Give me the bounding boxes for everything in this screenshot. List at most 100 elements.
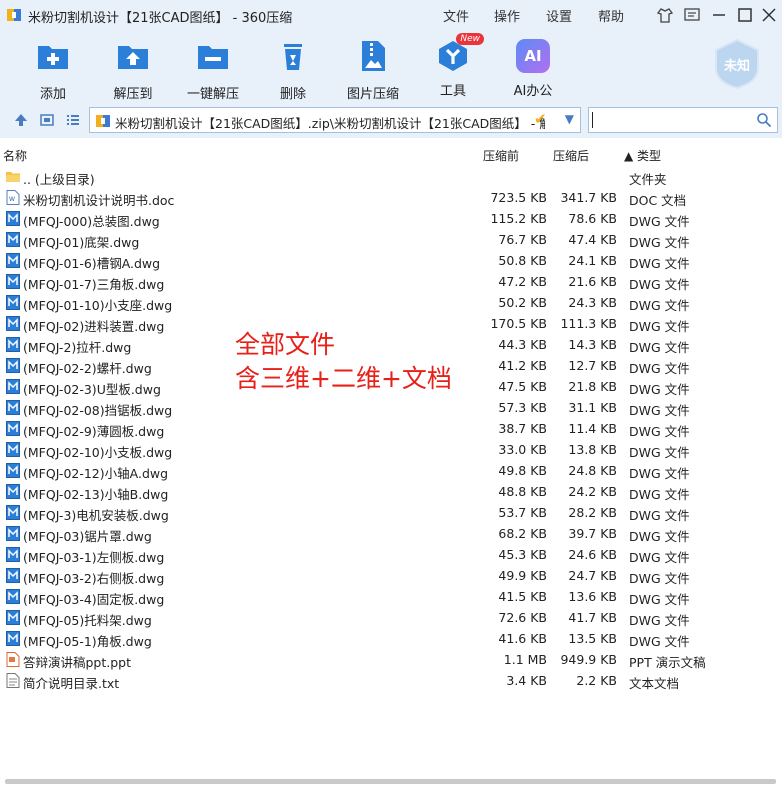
file-row[interactable]: (MFQJ-02-10)小支板.dwg 33.0 KB 13.8 KB DWG 文件 [0,439,782,460]
shield-text: 未知 [723,59,750,74]
toolbar: 添加 解压到 一键解压 删除 图片压缩 New 工具 AI AI办公 未知 [0,30,782,102]
compressed-size: 723.5 KB [490,190,547,205]
file-row[interactable]: (MFQJ-000)总装图.dwg 115.2 KB 78.6 KB DWG 文件 [0,208,782,229]
file-row[interactable]: 答辩演讲稿ppt.ppt 1.1 MB 949.9 KB PPT 演示文稿 [0,649,782,670]
column-name[interactable]: 名称 [3,147,27,164]
close-icon[interactable] [759,5,779,25]
compressed-size: 57.3 KB [498,400,547,415]
annotation-line-1: 全部文件 [235,330,336,359]
add-button[interactable]: 添加 [13,36,93,102]
file-row[interactable]: (MFQJ-03-2)右侧板.dwg 49.9 KB 24.7 KB DWG 文件 [0,565,782,586]
file-type: DWG 文件 [629,550,690,565]
file-name: (MFQJ-02-08)挡锯板.dwg [23,403,173,418]
original-size: 41.7 KB [568,610,617,625]
file-row[interactable]: (MFQJ-02-08)挡锯板.dwg 57.3 KB 31.1 KB DWG 文件 [0,397,782,418]
thumbnail-view-icon[interactable] [39,112,55,128]
feedback-icon[interactable] [682,5,702,25]
dwg-file-icon [6,442,20,457]
menu-operate[interactable]: 操作 [494,6,520,25]
file-type: 文本文档 [629,676,680,691]
title-bar: 米粉切割机设计【21张CAD图纸】 - 360压缩 文件 操作 设置 帮助 [0,0,782,30]
compressed-size: 41.2 KB [498,358,547,373]
file-row[interactable]: (MFQJ-02-13)小轴B.dwg 48.8 KB 24.2 KB DWG 文件 [0,481,782,502]
file-name: (MFQJ-02-2)螺杆.dwg [23,361,152,376]
list-view-icon[interactable] [65,112,81,128]
compressed-size: 53.7 KB [498,505,547,520]
file-type: DWG 文件 [629,445,690,460]
file-name: (MFQJ-03-4)固定板.dwg [23,592,165,607]
file-row[interactable]: (MFQJ-03-4)固定板.dwg 41.5 KB 13.6 KB DWG 文件 [0,586,782,607]
column-original[interactable]: 压缩后 [553,147,589,164]
file-type: DWG 文件 [629,634,690,649]
file-row[interactable]: (MFQJ-03)锯片罩.dwg 68.2 KB 39.7 KB DWG 文件 [0,523,782,544]
tools-label: 工具 [439,84,466,99]
add-label: 添加 [39,87,66,102]
file-name: (MFQJ-01-6)槽钢A.dwg [23,256,161,271]
original-size: 24.7 KB [568,568,617,583]
original-size: 24.2 KB [568,484,617,499]
tools-button[interactable]: New 工具 [413,33,493,99]
file-type: DWG 文件 [629,340,690,355]
delete-button[interactable]: 删除 [253,36,333,102]
original-size: 47.4 KB [568,232,617,247]
file-type: DWG 文件 [629,424,690,439]
file-type: DWG 文件 [629,298,690,313]
image-compress-icon [362,41,385,71]
column-header: 名称 压缩前 压缩后 ▲ 类型 [0,145,782,165]
file-name: (MFQJ-05)托料架.dwg [23,613,152,628]
folder-icon [6,169,20,184]
file-row[interactable]: (MFQJ-01-6)槽钢A.dwg 50.8 KB 24.1 KB DWG 文件 [0,250,782,271]
tools-icon: New [436,33,484,73]
file-name: (MFQJ-01-7)三角板.dwg [23,277,165,292]
file-type: DWG 文件 [629,508,690,523]
skin-icon[interactable] [655,5,675,25]
path-dropdown-icon[interactable]: ▼ [565,112,574,126]
file-row[interactable]: (MFQJ-05)托料架.dwg 72.6 KB 41.7 KB DWG 文件 [0,607,782,628]
ai-office-button[interactable]: AI AI办公 [493,36,573,99]
maximize-icon[interactable] [735,5,755,25]
dwg-file-icon [6,295,20,310]
file-row[interactable]: W 米粉切割机设计说明书.doc 723.5 KB 341.7 KB DOC 文档 [0,187,782,208]
file-name: (MFQJ-01)底架.dwg [23,235,140,250]
search-icon[interactable] [756,112,772,128]
dwg-file-icon [6,568,20,583]
ai-glyph: AI [524,47,542,65]
file-type: DWG 文件 [629,466,690,481]
path-field[interactable]: 米粉切割机设计【21张CAD图纸】.zip\米粉切割机设计【21张CAD图纸】 … [89,107,581,133]
file-name: (MFQJ-01-10)小支座.dwg [23,298,173,313]
image-compress-label: 图片压缩 [346,87,399,102]
one-click-extract-button[interactable]: 一键解压 [173,36,253,102]
file-row[interactable]: (MFQJ-03-1)左侧板.dwg 45.3 KB 24.6 KB DWG 文件 [0,544,782,565]
file-row[interactable]: (MFQJ-01-10)小支座.dwg 50.2 KB 24.3 KB DWG 文件 [0,292,782,313]
file-row[interactable]: (MFQJ-3)电机安装板.dwg 53.7 KB 28.2 KB DWG 文件 [0,502,782,523]
extract-to-button[interactable]: 解压到 [93,36,173,102]
dwg-file-icon [6,589,20,604]
dwg-file-icon [6,547,20,562]
file-row[interactable]: (MFQJ-05-1)角板.dwg 41.6 KB 13.5 KB DWG 文件 [0,628,782,649]
dwg-file-icon [6,610,20,625]
image-compress-button[interactable]: 图片压缩 [333,36,413,102]
file-row[interactable]: (MFQJ-02-9)薄圆板.dwg 38.7 KB 11.4 KB DWG 文件 [0,418,782,439]
security-shield[interactable]: 未知 [713,38,761,90]
dwg-file-icon [6,400,20,415]
horizontal-scrollbar[interactable] [5,779,776,784]
search-input[interactable] [588,107,778,133]
file-row[interactable]: (MFQJ-01-7)三角板.dwg 47.2 KB 21.6 KB DWG 文件 [0,271,782,292]
file-row[interactable]: (MFQJ-02-12)小轴A.dwg 49.8 KB 24.8 KB DWG 文件 [0,460,782,481]
annotation-line-2: 含三维+二维+文档 [235,364,452,393]
file-name: (MFQJ-03-1)左侧板.dwg [23,550,165,565]
column-type[interactable]: ▲ 类型 [624,147,661,164]
file-type: DWG 文件 [629,613,690,628]
up-arrow-icon[interactable] [13,112,29,128]
menu-settings[interactable]: 设置 [546,6,572,25]
file-type: DWG 文件 [629,235,690,250]
file-row[interactable]: (MFQJ-01)底架.dwg 76.7 KB 47.4 KB DWG 文件 [0,229,782,250]
file-name: (MFQJ-000)总装图.dwg [23,214,160,229]
parent-directory-row[interactable]: .. (上级目录) 文件夹 [0,166,782,187]
menu-file[interactable]: 文件 [443,6,469,25]
file-row[interactable]: 简介说明目录.txt 3.4 KB 2.2 KB 文本文档 [0,670,782,691]
compressed-size: 38.7 KB [498,421,547,436]
minimize-icon[interactable] [709,5,729,25]
column-compressed[interactable]: 压缩前 [483,147,519,164]
menu-help[interactable]: 帮助 [598,6,624,25]
